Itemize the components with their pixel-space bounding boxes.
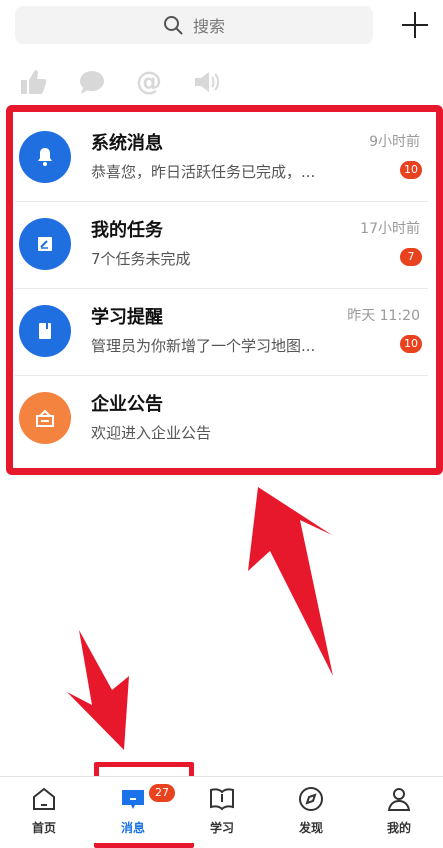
tab-mine-label: 我的 bbox=[386, 821, 411, 835]
message-icon bbox=[122, 790, 144, 809]
add-icon[interactable] bbox=[402, 12, 428, 38]
tab-study-label: 学习 bbox=[209, 821, 234, 835]
search-bar[interactable]: 搜索 bbox=[15, 6, 373, 44]
bottom-nav: 首页 消息 学习 发现 我的 bbox=[0, 776, 443, 843]
home-icon bbox=[33, 787, 55, 810]
tab-home[interactable]: 首页 bbox=[14, 785, 74, 836]
top-bar: 搜索 bbox=[0, 0, 443, 50]
reactions-row: @ bbox=[0, 62, 443, 102]
search-label: 搜索 bbox=[192, 17, 225, 36]
arrow-down bbox=[67, 630, 129, 750]
mention-icon[interactable]: @ bbox=[134, 67, 164, 97]
search-icon bbox=[163, 16, 183, 35]
compass-icon bbox=[299, 787, 323, 811]
tab-home-label: 首页 bbox=[31, 821, 56, 835]
announcement-icon[interactable] bbox=[192, 68, 222, 96]
book-open-icon bbox=[210, 788, 234, 811]
highlight-box-message-list bbox=[6, 105, 443, 475]
user-icon bbox=[387, 788, 411, 811]
tab-study[interactable]: 学习 bbox=[192, 785, 252, 836]
messages-count-badge: 27 bbox=[149, 784, 175, 802]
tab-discover-label: 发现 bbox=[298, 821, 323, 835]
tab-messages-label: 消息 bbox=[120, 821, 145, 835]
tab-discover[interactable]: 发现 bbox=[281, 785, 341, 836]
like-icon[interactable] bbox=[18, 68, 48, 96]
arrow-up bbox=[248, 487, 333, 676]
comment-icon[interactable] bbox=[77, 68, 107, 96]
svg-text:@: @ bbox=[136, 68, 162, 96]
tab-mine[interactable]: 我的 bbox=[369, 785, 429, 836]
